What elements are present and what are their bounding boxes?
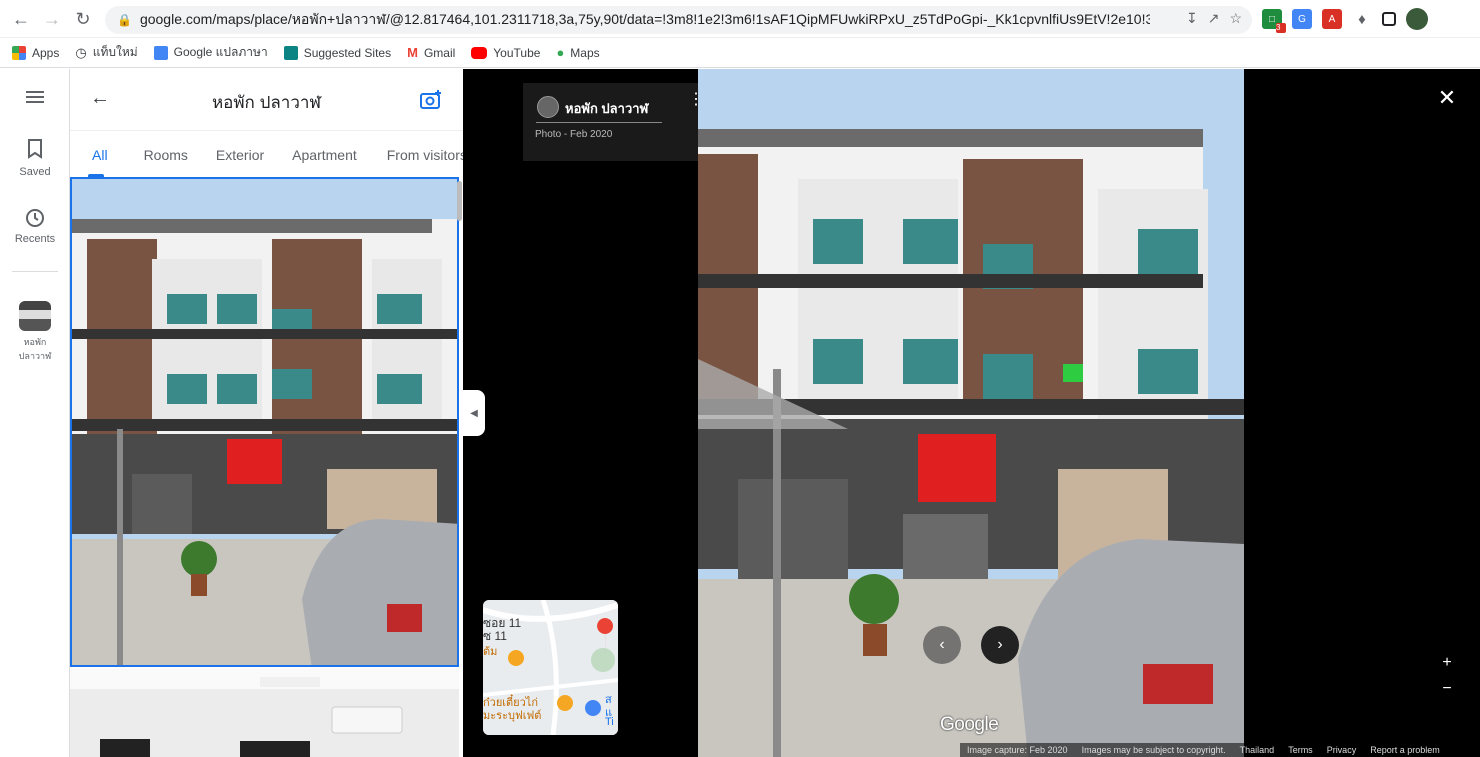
- bookmark-suggested[interactable]: Suggested Sites: [283, 45, 392, 60]
- bookmark-label: Gmail: [423, 45, 456, 60]
- star-icon[interactable]: ☆: [1229, 10, 1242, 27]
- page-title: หอพัก ปลาวาฬ: [211, 93, 322, 112]
- author-name[interactable]: หอพัก ปลาวาฬ: [565, 98, 648, 119]
- history-icon: ◷: [75, 44, 87, 60]
- selected-photo-thumbnail[interactable]: [70, 177, 459, 667]
- recents-label: Recents: [14, 233, 56, 245]
- photo-date: Photo - Feb 2020: [535, 129, 613, 140]
- bookmark-label: YouTube: [493, 45, 541, 60]
- panel-header: ← หอพัก ปลาวาฬ: [70, 69, 463, 131]
- bookmark-apps[interactable]: Apps: [12, 45, 60, 60]
- extension-green-icon[interactable]: □ 3: [1262, 9, 1286, 33]
- bing-icon: [283, 45, 298, 60]
- copyright-note: Images may be subject to copyright.: [1074, 743, 1233, 757]
- place-label-line2: ปลาวาฬ: [18, 351, 52, 361]
- chevron-left-icon: ◀: [470, 407, 478, 419]
- saved-button[interactable]: Saved: [0, 139, 70, 178]
- author-avatar[interactable]: [537, 96, 559, 118]
- browser-toolbar: ← → ↻ 🔒 google.com/maps/place/หอพัก+ปลาว…: [0, 0, 1480, 38]
- share-icon[interactable]: ↗: [1208, 10, 1220, 27]
- google-logo: Google: [940, 714, 999, 735]
- tab-all[interactable]: All: [70, 131, 122, 177]
- forward-icon[interactable]: →: [37, 4, 67, 34]
- extension-badge: 3: [1276, 23, 1286, 33]
- lock-icon: 🔒: [117, 13, 132, 27]
- google-translate-icon: [153, 45, 168, 60]
- previous-photo-button[interactable]: ‹: [923, 626, 961, 664]
- left-rail: Saved Recents หอพัก ปลาวาฬ: [0, 69, 70, 757]
- menu-icon[interactable]: [0, 89, 70, 108]
- history-icon: [26, 209, 44, 227]
- bookmark-maps[interactable]: ● Maps: [556, 45, 599, 60]
- card-underline: [536, 122, 662, 123]
- map-label: Ti: [605, 716, 614, 728]
- photos-panel: ← หอพัก ปลาวาฬ All Rooms Exterior Apartm…: [70, 69, 463, 757]
- apps-grid-icon: [12, 45, 26, 60]
- viewer-footer: Image capture: Feb 2020 Images may be su…: [960, 743, 1480, 757]
- install-icon[interactable]: ↧: [1186, 10, 1198, 27]
- collapse-panel-button[interactable]: ◀: [463, 390, 485, 436]
- place-thumbnail: [19, 301, 51, 331]
- bookmarks-bar: Apps ◷ แท็บใหม่ Google แปลภาษา Suggested …: [0, 38, 1480, 68]
- photo-info-card: หอพัก ปลาวาฬ ⋮ Photo - Feb 2020: [523, 83, 717, 161]
- recents-button[interactable]: Recents: [0, 208, 70, 245]
- photo-thumbnail[interactable]: [70, 669, 459, 757]
- privacy-link[interactable]: Privacy: [1319, 743, 1364, 757]
- bookmark-youtube[interactable]: YouTube: [471, 46, 540, 60]
- address-bar[interactable]: 🔒 google.com/maps/place/หอพัก+ปลาวาฬ/@12…: [105, 6, 1252, 34]
- sidepanel-icon[interactable]: [1382, 12, 1396, 26]
- tab-exterior[interactable]: Exterior: [202, 131, 278, 177]
- place-label-line1: หอพัก: [23, 337, 47, 347]
- bookmark-label: Suggested Sites: [303, 45, 392, 60]
- youtube-icon: [471, 46, 488, 59]
- tab-from-visitors[interactable]: From visitors: [371, 131, 463, 177]
- country-link[interactable]: Thailand: [1232, 743, 1282, 757]
- bookmark-new-tab[interactable]: ◷ แท็บใหม่: [75, 43, 137, 62]
- zoom-in-button[interactable]: +: [1437, 654, 1457, 672]
- bookmark-label: Apps: [32, 45, 60, 60]
- gmail-icon: M: [407, 45, 418, 60]
- url-text[interactable]: google.com/maps/place/หอพัก+ปลาวาฬ/@12.8…: [140, 9, 1150, 31]
- translate-extension-icon[interactable]: G: [1292, 9, 1312, 29]
- bookmark-label: Maps: [570, 45, 600, 60]
- pdf-extension-icon[interactable]: A: [1322, 9, 1342, 29]
- saved-label: Saved: [19, 166, 51, 178]
- rail-divider: [12, 271, 58, 272]
- capture-date: Image capture: Feb 2020: [960, 743, 1075, 757]
- recent-place-item[interactable]: หอพัก ปลาวาฬ: [0, 301, 70, 363]
- avatar[interactable]: [1406, 8, 1428, 30]
- reload-icon[interactable]: ↻: [68, 4, 98, 34]
- maps-pin-icon: ●: [556, 45, 565, 60]
- bookmark-label: Google แปลภาษา: [173, 45, 268, 59]
- bookmark-gmail[interactable]: M Gmail: [407, 45, 455, 60]
- report-problem-link[interactable]: Report a problem: [1363, 743, 1447, 757]
- terms-link[interactable]: Terms: [1281, 743, 1320, 757]
- close-icon[interactable]: ✕: [1436, 87, 1458, 109]
- panel-scrollbar[interactable]: [457, 181, 462, 221]
- map-label: มะระบุฟเฟต์: [483, 710, 542, 722]
- bookmark-icon: [28, 139, 42, 159]
- tab-rooms[interactable]: Rooms: [122, 131, 202, 177]
- map-label: ต้ม: [483, 646, 498, 658]
- photo-tabs: All Rooms Exterior Apartment From visito…: [70, 131, 463, 177]
- back-icon[interactable]: ←: [6, 4, 36, 34]
- add-photo-icon[interactable]: [419, 89, 443, 116]
- puzzle-icon[interactable]: ♦: [1352, 9, 1372, 29]
- minimap[interactable]: ซอย 11 ซ 11 ต้ม ก๋วยเตี๋ยวไก่ มะระบุฟเฟต…: [483, 600, 618, 735]
- tab-apartment[interactable]: Apartment: [278, 131, 371, 177]
- street-view-image[interactable]: [698, 69, 1244, 757]
- next-photo-button[interactable]: ›: [981, 626, 1019, 664]
- zoom-out-button[interactable]: −: [1437, 680, 1457, 698]
- bookmark-translate[interactable]: Google แปลภาษา: [153, 43, 268, 62]
- bookmark-label: แท็บใหม่: [92, 45, 138, 59]
